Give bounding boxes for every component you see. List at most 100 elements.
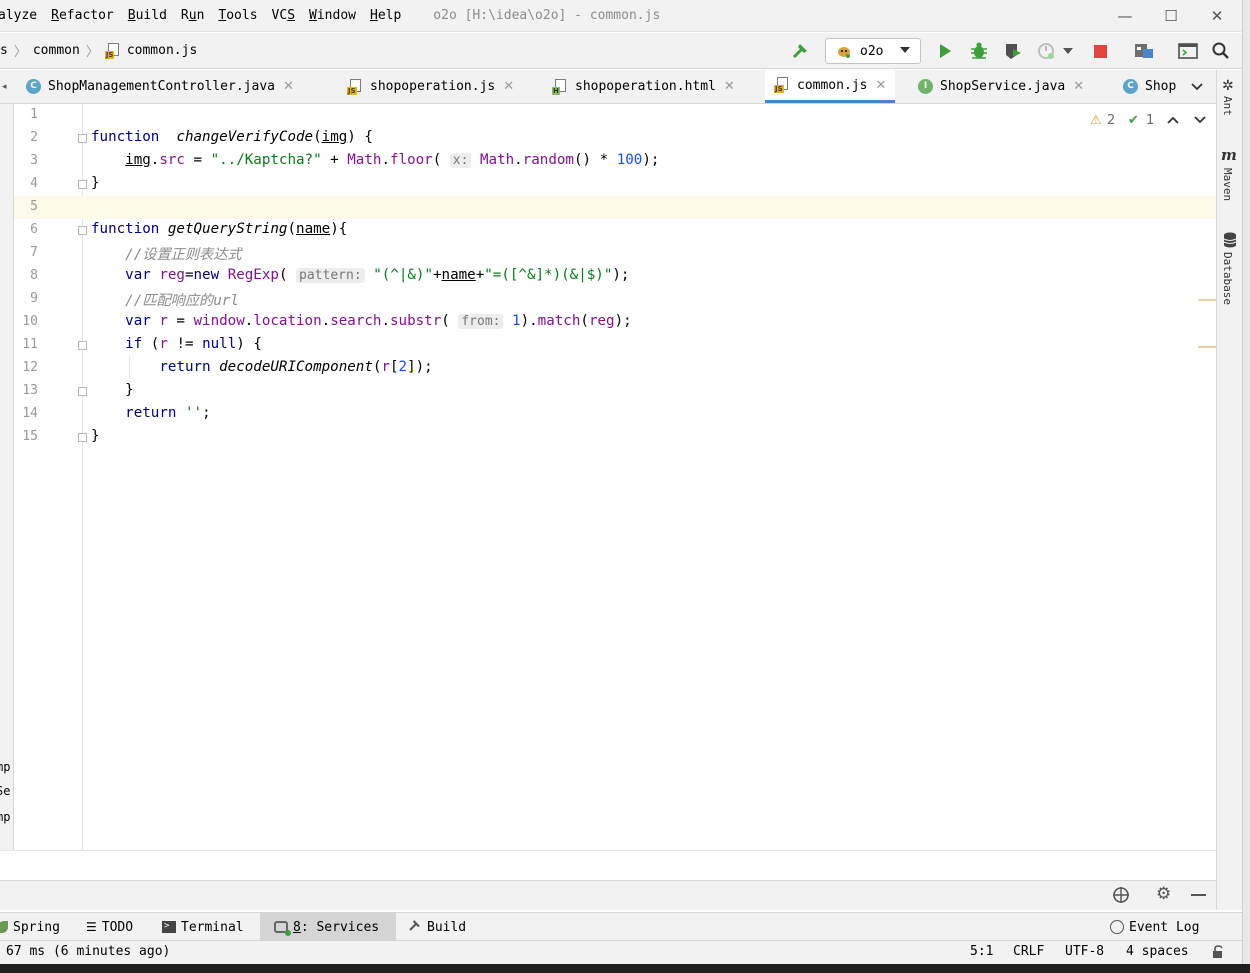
close-icon[interactable]: ✕: [724, 79, 735, 94]
stop-icon[interactable]: [1087, 38, 1113, 64]
tool-label: Terminal: [181, 919, 244, 935]
close-icon[interactable]: ✕: [875, 78, 886, 93]
previous-highlight-icon[interactable]: [1166, 114, 1180, 129]
line-separator[interactable]: CRLF: [1013, 944, 1044, 959]
line-number: 4: [30, 176, 38, 191]
terminal-tool-button[interactable]: > Terminal: [162, 913, 244, 941]
event-log-tool-button[interactable]: Event Log: [1110, 913, 1199, 941]
close-icon[interactable]: ✕: [1073, 79, 1084, 94]
js-file-icon: JS: [347, 78, 363, 95]
menu-help-label: elp: [377, 8, 402, 23]
tab-shopoperation-html[interactable]: H shopoperation.html ✕: [552, 70, 735, 103]
menu-refactor[interactable]: Refactor: [51, 8, 114, 23]
breadcrumb-file[interactable]: common.js: [127, 43, 197, 58]
fold-marker[interactable]: [78, 341, 87, 350]
next-highlight-icon[interactable]: [1193, 114, 1207, 129]
tool-label: Spring: [13, 919, 60, 935]
run-configuration-select[interactable]: o2o: [825, 38, 921, 64]
menu-run[interactable]: Run: [181, 8, 204, 23]
js-file-icon: JS: [104, 42, 121, 59]
line-number: 10: [22, 314, 38, 329]
gear-icon[interactable]: ⚙: [1156, 884, 1171, 904]
caret-position[interactable]: 5:1: [970, 944, 993, 959]
tab-list-chevron-icon[interactable]: [1190, 70, 1204, 103]
menu-refactor-label: efactor: [58, 8, 114, 23]
debug-icon[interactable]: [966, 38, 992, 64]
maven-tool-button[interactable]: Maven: [1221, 168, 1234, 201]
left-tool-panel: mp Se mp vi: [0, 104, 14, 880]
breadcrumb-project[interactable]: s: [0, 43, 8, 58]
warning-icon[interactable]: ⚠: [1090, 113, 1102, 128]
file-encoding[interactable]: UTF-8: [1065, 944, 1104, 959]
lock-icon[interactable]: [1212, 945, 1226, 963]
hide-panel-icon[interactable]: [1191, 894, 1206, 896]
tool-label: TODO: [101, 919, 134, 935]
line-number: 7: [30, 245, 38, 260]
close-icon[interactable]: ✕: [283, 79, 294, 94]
build-tool-button[interactable]: Build: [408, 913, 466, 941]
services-tool-button[interactable]: 8: Services: [260, 913, 396, 941]
build-hammer-icon[interactable]: [788, 38, 814, 64]
menu-analyze-label: alyze: [0, 8, 38, 23]
list-icon: ☰: [86, 920, 97, 934]
indent-setting[interactable]: 4 spaces: [1126, 944, 1189, 959]
menu-analyze[interactable]: alyze: [0, 8, 37, 23]
check-icon[interactable]: ✔: [1128, 113, 1139, 128]
fold-marker[interactable]: [78, 433, 87, 442]
menu-tools-label: ools: [226, 8, 258, 23]
menu-build-label: uild: [135, 8, 167, 23]
run-options-chevron-icon[interactable]: [1058, 38, 1078, 64]
code-line-6: function getQueryString(name){: [91, 221, 348, 237]
tab-shopservice[interactable]: I ShopService.java ✕: [918, 70, 1084, 103]
target-icon[interactable]: [1112, 886, 1130, 908]
error-stripe-marker[interactable]: [1198, 299, 1216, 301]
close-icon[interactable]: ✕: [503, 79, 514, 94]
menu-vcs[interactable]: VCS: [272, 8, 295, 23]
breadcrumb-separator-icon: 〉: [13, 45, 27, 60]
fold-marker[interactable]: [78, 134, 87, 143]
run-icon[interactable]: [932, 38, 958, 64]
database-icon: [1223, 232, 1237, 252]
tab-shop[interactable]: C Shop: [1123, 70, 1176, 103]
profiler-icon[interactable]: [1034, 38, 1060, 64]
tab-label: common.js: [797, 77, 868, 93]
spring-tool-button[interactable]: Spring: [0, 913, 60, 941]
tab-shopoperation-js[interactable]: JS shopoperation.js ✕: [347, 70, 514, 103]
tab-scroll-left[interactable]: ◂: [2, 70, 14, 103]
error-stripe-marker[interactable]: [1198, 346, 1216, 348]
run-with-coverage-icon[interactable]: [1000, 38, 1026, 64]
fold-marker[interactable]: [78, 226, 87, 235]
ok-count: 1: [1146, 113, 1155, 128]
status-bar: 67 ms (6 minutes ago) 5:1 CRLF UTF-8 4 s…: [0, 940, 1242, 964]
fold-marker[interactable]: [78, 180, 87, 189]
menu-window[interactable]: Window: [309, 8, 356, 23]
menu-build-mnemonic: B: [127, 8, 136, 23]
services-icon: [274, 921, 291, 936]
menu-help[interactable]: Help: [370, 8, 401, 23]
close-window-button[interactable]: ✕: [1194, 0, 1240, 32]
line-number: 3: [30, 153, 38, 168]
fold-marker[interactable]: [78, 387, 87, 396]
database-tool-button[interactable]: Database: [1221, 252, 1234, 305]
project-structure-icon[interactable]: [1131, 38, 1157, 64]
tab-shopmanagementcontroller[interactable]: C ShopManagementController.java ✕: [26, 70, 294, 103]
code-line-11: if (r != null) {: [125, 336, 262, 352]
menu-run-mnemonic: u: [188, 8, 197, 23]
ant-tool-button[interactable]: Ant: [1221, 96, 1234, 116]
clipped-text: Se: [0, 784, 11, 798]
breadcrumb-folder[interactable]: common: [33, 43, 80, 58]
terminal-window-icon[interactable]: [1175, 38, 1201, 64]
menu-run-label: n: [196, 8, 205, 23]
line-number: 1: [30, 107, 38, 122]
status-message[interactable]: 67 ms (6 minutes ago): [6, 944, 170, 959]
minimize-button[interactable]: —: [1102, 0, 1148, 32]
search-icon[interactable]: [1208, 38, 1234, 64]
menu-build[interactable]: Build: [128, 8, 167, 23]
tab-label: shopoperation.js: [370, 79, 496, 94]
tab-common-js[interactable]: JS common.js ✕: [765, 70, 896, 103]
todo-tool-button[interactable]: ☰ TODO: [86, 913, 133, 941]
menu-refactor-mnemonic: R: [51, 8, 59, 23]
menu-tools[interactable]: Tools: [218, 8, 257, 23]
line-number: 13: [22, 383, 38, 398]
maximize-button[interactable]: ☐: [1148, 0, 1194, 32]
